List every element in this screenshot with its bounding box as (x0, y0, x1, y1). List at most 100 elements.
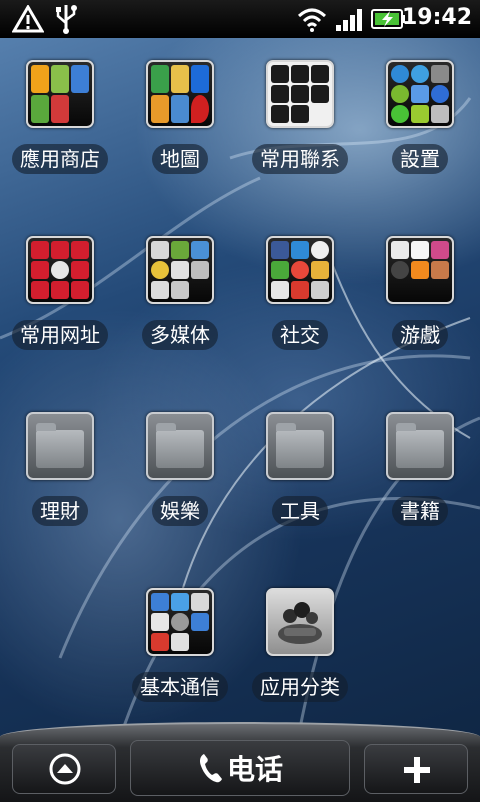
bookmark-icon (71, 281, 89, 299)
folder-label: 書籍 (392, 496, 448, 526)
usb-icon (56, 5, 77, 34)
folder-preview (26, 236, 94, 304)
radio-icon (171, 261, 189, 279)
bookmark-icon (71, 241, 89, 259)
message-icon (151, 593, 169, 611)
wifi-icon (391, 65, 409, 83)
weibo-icon (291, 261, 309, 279)
folder-common-sites[interactable]: 常用网址 (5, 236, 115, 366)
store-icon (71, 65, 89, 93)
folder-app-store[interactable]: 應用商店 (5, 60, 115, 190)
game-icon (431, 241, 449, 259)
map-icon (151, 95, 169, 123)
up-arrow-circle-icon (49, 753, 81, 785)
folder-games[interactable]: 游戲 (365, 236, 475, 366)
plus-icon (404, 757, 430, 783)
gmail-icon (291, 281, 309, 299)
refresh-icon (391, 105, 409, 123)
folder-preview (146, 236, 214, 304)
folder-preview (26, 60, 94, 128)
folder-maps[interactable]: 地圖 (125, 60, 235, 190)
store-icon (51, 65, 69, 93)
video-icon (171, 241, 189, 259)
globe-icon (411, 65, 429, 83)
bookmark-icon (51, 281, 69, 299)
contact-icon (311, 65, 329, 83)
battery-charging-icon (371, 9, 405, 29)
social-icon (271, 281, 289, 299)
folder-contacts[interactable]: 常用聯系 (245, 60, 355, 190)
folder-label: 基本通信 (132, 672, 228, 702)
game-icon (391, 241, 409, 259)
folder-label: 游戲 (392, 320, 448, 350)
bookmark-icon (71, 261, 89, 279)
folder-books[interactable]: 書籍 (365, 412, 475, 542)
flashlight-icon (191, 261, 209, 279)
pin-icon (191, 95, 209, 123)
bookmark-icon (31, 261, 49, 279)
all-apps-button[interactable] (12, 744, 116, 794)
app-category-shortcut[interactable]: 应用分类 (245, 588, 355, 718)
contact-icon (271, 85, 289, 103)
folder-label: 应用分类 (252, 672, 348, 702)
folder-preview (266, 588, 334, 656)
folder-tools[interactable]: 工具 (245, 412, 355, 542)
battery-icon (411, 105, 429, 123)
folder-label: 娛樂 (152, 496, 208, 526)
folder-icon (26, 412, 94, 480)
sync-icon (411, 85, 429, 103)
music-icon (151, 261, 169, 279)
folder-label: 常用网址 (12, 320, 108, 350)
phone-button[interactable]: 电话 (130, 740, 350, 796)
camera-icon (151, 281, 169, 299)
folder-preview (146, 60, 214, 128)
contact-icon (291, 65, 309, 83)
lock-icon (431, 65, 449, 83)
add-button[interactable] (364, 744, 468, 794)
status-bar: 19:42 (0, 0, 480, 38)
folder-multimedia[interactable]: 多媒体 (125, 236, 235, 366)
folder-settings[interactable]: 設置 (365, 60, 475, 190)
folder-preview (266, 236, 334, 304)
gear-icon (391, 85, 409, 103)
ball-icon (391, 261, 409, 279)
contact-icon (291, 105, 309, 123)
wifi-icon (297, 8, 327, 32)
folder-basic-communication[interactable]: 基本通信 (125, 588, 235, 718)
mail-icon (151, 633, 169, 651)
status-time: 19:42 (401, 5, 472, 30)
wikipedia-icon (51, 261, 69, 279)
folder-entertainment[interactable]: 娛樂 (125, 412, 235, 542)
folder-preview (386, 236, 454, 304)
folder-preview (386, 60, 454, 128)
lock-icon (431, 105, 449, 123)
store-icon (31, 65, 49, 93)
map-icon (151, 65, 169, 93)
crossword-icon (411, 241, 429, 259)
folder-label: 地圖 (152, 144, 208, 174)
folder-preview (266, 60, 334, 128)
app-category-icon (278, 602, 322, 644)
folder-social[interactable]: 社交 (245, 236, 355, 366)
folder-label: 多媒体 (142, 320, 218, 350)
bluetooth-icon (431, 85, 449, 103)
talk-icon (311, 241, 329, 259)
folder-label: 常用聯系 (252, 144, 348, 174)
game-icon (431, 261, 449, 279)
game-icon (411, 261, 429, 279)
contact-icon (291, 85, 309, 103)
bookmark-icon (31, 281, 49, 299)
folder-label: 應用商店 (12, 144, 108, 174)
photo-icon (191, 241, 209, 259)
store-icon (51, 95, 69, 123)
folder-finance[interactable]: 理財 (5, 412, 115, 542)
clapper-icon (171, 281, 189, 299)
contact-icon (271, 65, 289, 83)
navigation-icon (191, 65, 209, 93)
chat-icon (191, 613, 209, 631)
map-icon (171, 95, 189, 123)
contact-icon (271, 105, 289, 123)
mail-icon (171, 633, 189, 651)
bookmark-icon (31, 241, 49, 259)
bookmark-icon (51, 241, 69, 259)
